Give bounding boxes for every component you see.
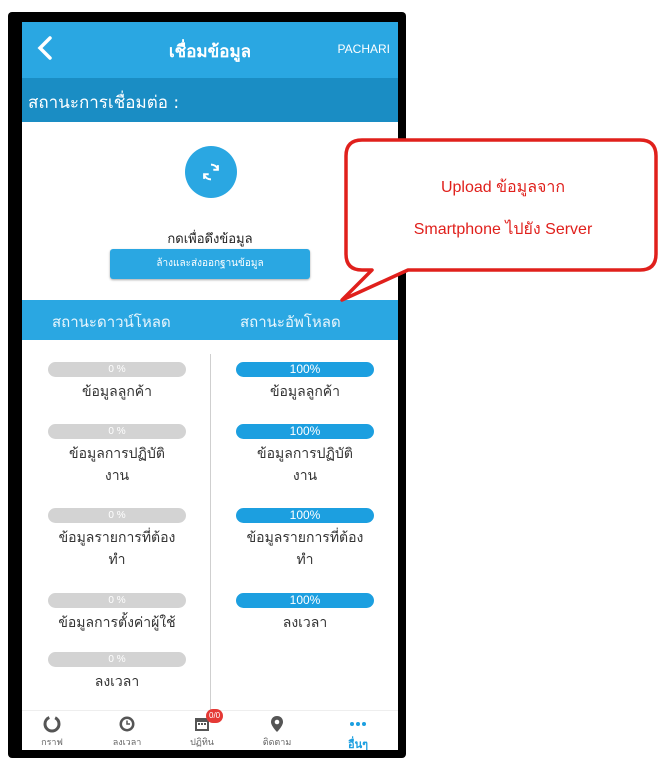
status-column-headers: สถานะดาวน์โหลด สถานะอัพโหลด	[22, 300, 398, 340]
upload-item-timestamp: 100% ลงเวลา	[220, 593, 390, 634]
download-progress-bar: 0 %	[48, 593, 186, 608]
upload-progress-bar: 100%	[236, 508, 374, 523]
chart-icon	[22, 713, 82, 735]
download-progress-bar: 0 %	[48, 424, 186, 439]
upload-item-customer: 100% ข้อมูลลูกค้า	[220, 362, 390, 403]
download-progress-bar: 0 %	[48, 652, 186, 667]
download-progress-bar: 0 %	[48, 362, 186, 377]
download-item-label: ลงเวลา	[94, 674, 140, 690]
nav-label: ลงเวลา	[112, 738, 142, 748]
nav-label: กราฟ	[41, 738, 63, 748]
upload-item-label: ข้อมูลลูกค้า	[269, 384, 341, 400]
download-progress-bar: 0 %	[48, 508, 186, 523]
sync-icon	[203, 163, 219, 181]
calendar-badge: 0/0	[206, 709, 224, 723]
nav-item-calendar[interactable]: 0/0 ปฏิทิน	[172, 709, 232, 749]
phone-frame: เชื่อมข้อมูล PACHARI สถานะการเชื่อมต่อ :…	[8, 12, 406, 758]
clock-icon	[97, 713, 157, 735]
app-bar: เชื่อมข้อมูล PACHARI	[22, 22, 398, 78]
callout-line-2: Smartphone ไปยัง Server	[413, 221, 593, 238]
upload-item-work: 100% ข้อมูลการปฏิบัติ งาน	[220, 424, 390, 487]
connection-status-bar: สถานะการเชื่อมต่อ :	[22, 78, 398, 122]
reset-export-button[interactable]: ล้างและส่งออกฐานข้อมูล	[110, 249, 310, 279]
upload-item-todo: 100% ข้อมูลรายการที่ต้อง ทำ	[220, 508, 390, 571]
nav-item-tracking[interactable]: ติดตาม	[247, 713, 307, 749]
download-item-customer: 0 % ข้อมูลลูกค้า	[32, 362, 202, 403]
user-name[interactable]: PACHARI	[338, 42, 390, 56]
download-item-todo: 0 % ข้อมูลรายการที่ต้อง ทำ	[32, 508, 202, 571]
pull-to-sync-text: กดเพื่อดึงข้อมูล	[167, 232, 253, 247]
upload-item-label: ข้อมูลรายการที่ต้อง ทำ	[246, 530, 364, 568]
download-item-label: ข้อมูลลูกค้า	[81, 384, 153, 400]
calendar-icon: 0/0	[172, 709, 232, 735]
download-item-work: 0 % ข้อมูลการปฏิบัติ งาน	[32, 424, 202, 487]
download-item-timestamp: 0 % ลงเวลา	[32, 652, 202, 693]
nav-item-chart[interactable]: กราฟ	[22, 713, 82, 749]
download-item-label: ข้อมูลการปฏิบัติ งาน	[69, 446, 165, 484]
nav-label: ปฏิทิน	[190, 738, 214, 748]
nav-item-timestamp[interactable]: ลงเวลา	[97, 713, 157, 749]
app-screen: เชื่อมข้อมูล PACHARI สถานะการเชื่อมต่อ :…	[22, 22, 398, 750]
upload-progress-bar: 100%	[236, 424, 374, 439]
download-item-label: ข้อมูลรายการที่ต้อง ทำ	[58, 530, 176, 568]
nav-label: อื่นๆ	[347, 738, 369, 750]
upload-progress-bar: 100%	[236, 593, 374, 608]
column-divider	[210, 354, 211, 712]
connection-status-label: สถานะการเชื่อมต่อ :	[28, 93, 180, 113]
callout-line-1: Upload ข้อมูลจาก	[440, 179, 566, 196]
sync-section: กดเพื่อดึงข้อมูล ล้างและส่งออกฐานข้อมูล	[22, 122, 398, 292]
sync-button[interactable]	[185, 146, 237, 198]
bottom-navigation: กราฟ ลงเวลา 0/0 ปฏิทิน ติดตาม อื่นๆ	[22, 709, 398, 750]
location-pin-icon	[247, 713, 307, 735]
nav-item-more[interactable]: อื่นๆ	[328, 713, 388, 750]
download-status-header: สถานะดาวน์โหลด	[52, 313, 171, 331]
upload-item-label: ข้อมูลการปฏิบัติ งาน	[257, 446, 353, 484]
nav-label: ติดตาม	[262, 738, 292, 748]
download-item-settings: 0 % ข้อมูลการตั้งค่าผู้ใช้	[32, 593, 202, 634]
upload-progress-bar: 100%	[236, 362, 374, 377]
download-item-label: ข้อมูลการตั้งค่าผู้ใช้	[58, 615, 176, 631]
upload-status-header: สถานะอัพโหลด	[240, 313, 341, 331]
more-icon	[328, 713, 388, 735]
upload-item-label: ลงเวลา	[282, 615, 328, 631]
